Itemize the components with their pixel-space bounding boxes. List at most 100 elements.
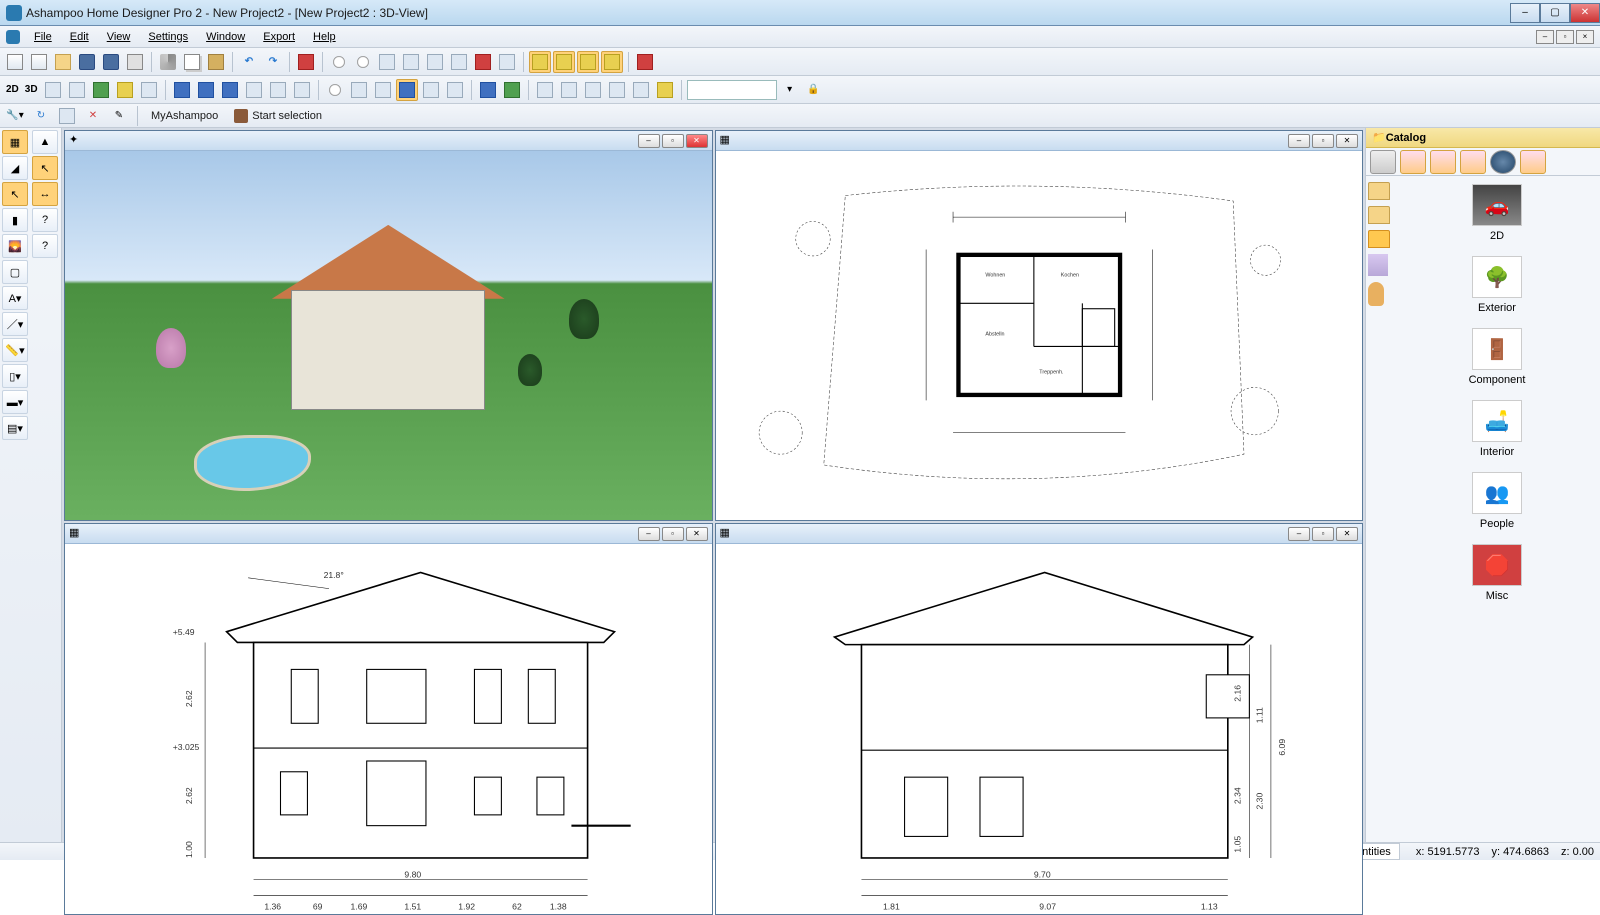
print-button[interactable]: [124, 51, 146, 73]
open-button[interactable]: [52, 51, 74, 73]
catalog-item-misc[interactable]: 🛑 Misc: [1462, 544, 1532, 602]
text-tool[interactable]: A▾: [2, 286, 28, 310]
column-tool[interactable]: ▬▾: [2, 390, 28, 414]
door-tool[interactable]: ▯▾: [2, 364, 28, 388]
tool-o-button[interactable]: [630, 79, 652, 101]
catalog-folder-1[interactable]: [1368, 182, 1390, 200]
paint-tool[interactable]: ▮: [2, 208, 28, 232]
tool-l-button[interactable]: [558, 79, 580, 101]
zoom-out-button[interactable]: [352, 51, 374, 73]
window-arrange[interactable]: [243, 79, 265, 101]
save-as-button[interactable]: [100, 51, 122, 73]
vp-minimize[interactable]: –: [1288, 527, 1310, 541]
catalog-tool-icon[interactable]: [1368, 254, 1388, 276]
viewport-side-canvas[interactable]: 6.09 2.16 2.34 1.11 2.30 1.05 9.70 1.81 …: [716, 544, 1363, 913]
menu-view[interactable]: View: [99, 29, 139, 45]
vp-close[interactable]: ✕: [1336, 527, 1358, 541]
copy-button[interactable]: [181, 51, 203, 73]
start-selection-link[interactable]: Start selection: [228, 107, 328, 125]
layers-button[interactable]: [634, 51, 656, 73]
menu-export[interactable]: Export: [255, 29, 303, 45]
minimize-button[interactable]: –: [1510, 3, 1540, 23]
window-tile-h[interactable]: [171, 79, 193, 101]
grid-button[interactable]: [529, 51, 551, 73]
catalog-2d-button[interactable]: [1520, 150, 1546, 174]
tool-e-button[interactable]: [291, 79, 313, 101]
vp-maximize[interactable]: ▫: [662, 527, 684, 541]
render-button[interactable]: [477, 79, 499, 101]
catalog-up-button[interactable]: [1370, 150, 1396, 174]
vp-close[interactable]: ✕: [686, 134, 708, 148]
select-tool-2[interactable]: ↖: [32, 156, 58, 180]
cut-button[interactable]: [157, 51, 179, 73]
window-tool[interactable]: ▢: [2, 260, 28, 284]
terrain-tool[interactable]: 🌄: [2, 234, 28, 258]
tool-j-button[interactable]: [444, 79, 466, 101]
line-tool[interactable]: ／▾: [2, 312, 28, 336]
tool-g-button[interactable]: [348, 79, 370, 101]
vp-close[interactable]: ✕: [1336, 134, 1358, 148]
viewport-front-canvas[interactable]: 21.8° +5.49 +3.025 2.62 2.62 1.00 9.80 1…: [65, 544, 712, 913]
walk-button[interactable]: [496, 51, 518, 73]
vp-minimize[interactable]: –: [638, 527, 660, 541]
catalog-item-exterior[interactable]: 🌳 Exterior: [1462, 256, 1532, 314]
mode-3d[interactable]: 3D: [23, 84, 40, 95]
rotate-tool[interactable]: ?: [32, 208, 58, 232]
floor-button[interactable]: [90, 79, 112, 101]
delete-button[interactable]: [295, 51, 317, 73]
catalog-home-button[interactable]: [1400, 150, 1426, 174]
person-icon[interactable]: [1368, 282, 1384, 306]
catalog-item-component[interactable]: 🚪 Component: [1462, 328, 1532, 386]
refresh-button[interactable]: ↻: [30, 105, 52, 127]
roof-edge-tool[interactable]: ▲: [32, 130, 58, 154]
move-tool[interactable]: ↔: [32, 182, 58, 206]
tool-d-button[interactable]: [267, 79, 289, 101]
config-button[interactable]: 🔧▾: [4, 105, 26, 127]
select-button[interactable]: [553, 51, 575, 73]
redo-button[interactable]: ↷: [262, 51, 284, 73]
catalog-text-button[interactable]: [1430, 150, 1456, 174]
vp-close[interactable]: ✕: [686, 527, 708, 541]
cursor-tool[interactable]: ↖: [2, 182, 28, 206]
vp-minimize[interactable]: –: [638, 134, 660, 148]
mdi-restore[interactable]: ▫: [1556, 30, 1574, 44]
sun-button[interactable]: [654, 79, 676, 101]
save-button[interactable]: [76, 51, 98, 73]
delete-selection-button[interactable]: ✕: [82, 105, 104, 127]
new-button[interactable]: [4, 51, 26, 73]
help-tool[interactable]: ?: [32, 234, 58, 258]
pencil-button[interactable]: ✎: [108, 105, 130, 127]
catalog-item-interior[interactable]: 🛋️ Interior: [1462, 400, 1532, 458]
tool-h-button[interactable]: [372, 79, 394, 101]
mode-2d[interactable]: 2D: [4, 84, 21, 95]
tool-a-button[interactable]: [42, 79, 64, 101]
orbit-button[interactable]: [472, 51, 494, 73]
paste-button[interactable]: [205, 51, 227, 73]
tool-f-button[interactable]: [324, 79, 346, 101]
edit-selection-button[interactable]: [56, 105, 78, 127]
mdi-minimize[interactable]: –: [1536, 30, 1554, 44]
mdi-close[interactable]: ×: [1576, 30, 1594, 44]
window-tile-v[interactable]: [195, 79, 217, 101]
pan-button[interactable]: [448, 51, 470, 73]
viewport-3d-canvas[interactable]: [65, 151, 712, 520]
catalog-material-button[interactable]: [1460, 150, 1486, 174]
catalog-folder-2[interactable]: [1368, 206, 1390, 224]
tool-n-button[interactable]: [606, 79, 628, 101]
view-all-button[interactable]: [424, 51, 446, 73]
stairs-tool[interactable]: ▤▾: [2, 416, 28, 440]
catalog-item-people[interactable]: 👥 People: [1462, 472, 1532, 530]
snap-angle-button[interactable]: [601, 51, 623, 73]
window-cascade[interactable]: [219, 79, 241, 101]
new-wizard-button[interactable]: [28, 51, 50, 73]
close-button[interactable]: ✕: [1570, 3, 1600, 23]
roof-button[interactable]: [114, 79, 136, 101]
roof-tool[interactable]: ◢: [2, 156, 28, 180]
undo-button[interactable]: ↶: [238, 51, 260, 73]
menu-edit[interactable]: Edit: [62, 29, 97, 45]
tool-i-button[interactable]: [420, 79, 442, 101]
wall-tool[interactable]: ▦: [2, 130, 28, 154]
menu-window[interactable]: Window: [198, 29, 253, 45]
tool-b-button[interactable]: [66, 79, 88, 101]
menu-help[interactable]: Help: [305, 29, 344, 45]
